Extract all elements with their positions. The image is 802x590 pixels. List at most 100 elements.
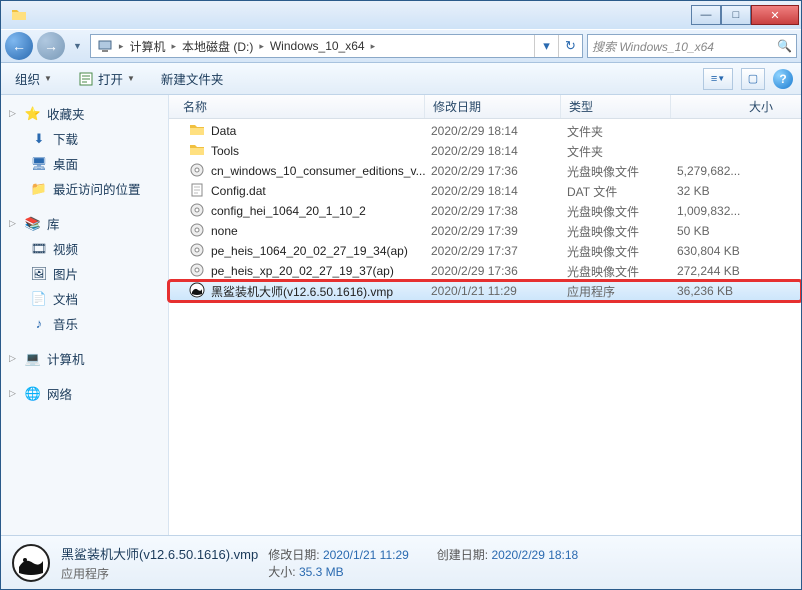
file-name: 黑鲨装机大师(v12.6.50.1616).vmp	[211, 283, 393, 300]
file-type: 光盘映像文件	[567, 263, 677, 280]
titlebar[interactable]: — □ ✕	[1, 1, 801, 29]
file-name: cn_windows_10_consumer_editions_v...	[211, 164, 426, 178]
file-icon	[189, 142, 205, 161]
close-button[interactable]: ✕	[751, 5, 799, 25]
file-list[interactable]: Data2020/2/29 18:14文件夹 Tools 2020/2/29 18:…	[169, 119, 801, 535]
col-type[interactable]: 类型	[561, 95, 671, 118]
file-date: 2020/1/21 11:29	[431, 284, 567, 298]
breadcrumb-seg[interactable]: 本地磁盘 (D:)	[176, 35, 259, 57]
maximize-button[interactable]: □	[721, 5, 751, 25]
column-headers: 名称 修改日期 类型 大小	[169, 95, 801, 119]
file-name: none	[211, 224, 238, 238]
file-type: 应用程序	[567, 283, 677, 300]
file-type: 光盘映像文件	[567, 203, 677, 220]
details-pane: 黑鲨装机大师(v12.6.50.1616).vmp 应用程序 修改日期: 202…	[1, 535, 801, 589]
file-type: 光盘映像文件	[567, 223, 677, 240]
file-date: 2020/2/29 18:14	[431, 184, 567, 198]
file-name: Tools	[211, 144, 239, 158]
new-folder-button[interactable]: 新建文件夹	[155, 66, 230, 91]
view-mode-button[interactable]: ≡ ▼	[703, 68, 733, 90]
preview-pane-button[interactable]: ▢	[741, 68, 765, 90]
file-date: 2020/2/29 17:37	[431, 244, 567, 258]
file-row[interactable]: cn_windows_10_consumer_editions_v...2020…	[169, 161, 801, 181]
file-row[interactable]: none 2020/2/29 17:39光盘映像文件50 KB	[169, 221, 801, 241]
file-icon	[189, 282, 205, 301]
breadcrumb-seg[interactable]: 计算机	[123, 35, 171, 57]
forward-button[interactable]: →	[37, 32, 65, 60]
file-size: 32 KB	[677, 184, 787, 198]
library-icon: 📚	[25, 216, 41, 232]
sidebar-favorites[interactable]: ▷⭐收藏夹	[1, 101, 168, 126]
file-row[interactable]: pe_heis_xp_20_02_27_19_37(ap)2020/2/29 1…	[169, 261, 801, 281]
sidebar-item-music[interactable]: ♪音乐	[1, 311, 168, 336]
file-type: 光盘映像文件	[567, 163, 677, 180]
sidebar-item-recent[interactable]: 📁最近访问的位置	[1, 176, 168, 201]
file-row[interactable]: pe_heis_1064_20_02_27_19_34(ap) 2020/2/29…	[169, 241, 801, 261]
organize-button[interactable]: 组织▼	[9, 66, 58, 91]
file-row[interactable]: Data2020/2/29 18:14文件夹	[169, 121, 801, 141]
file-size: 272,244 KB	[677, 264, 787, 278]
file-size: 5,279,682...	[677, 164, 787, 178]
sidebar: ▷⭐收藏夹 ⬇下载 🖥桌面 📁最近访问的位置 ▷📚库 🎞视频 🖼图片 📄文档 ♪…	[1, 95, 169, 535]
file-icon	[189, 162, 205, 181]
col-size[interactable]: 大小	[671, 95, 781, 118]
folder-icon	[11, 7, 27, 23]
file-icon	[189, 242, 205, 261]
file-date: 2020/2/29 17:38	[431, 204, 567, 218]
file-date: 2020/2/29 18:14	[431, 144, 567, 158]
sidebar-item-downloads[interactable]: ⬇下载	[1, 126, 168, 151]
sidebar-item-desktop[interactable]: 🖥桌面	[1, 151, 168, 176]
star-icon: ⭐	[25, 106, 41, 122]
sidebar-network[interactable]: ▷🌐网络	[1, 381, 168, 406]
explorer-window: — □ ✕ ← → ▼ ▸ 计算机 ▸ 本地磁盘 (D:) ▸ Windows_…	[0, 0, 802, 590]
file-icon	[189, 262, 205, 281]
file-name: Config.dat	[211, 184, 266, 198]
file-size: 50 KB	[677, 224, 787, 238]
minimize-button[interactable]: —	[691, 5, 721, 25]
video-icon: 🎞	[31, 241, 47, 257]
sidebar-item-documents[interactable]: 📄文档	[1, 286, 168, 311]
sidebar-item-pictures[interactable]: 🖼图片	[1, 261, 168, 286]
file-row[interactable]: Config.dat 2020/2/29 18:14DAT 文件32 KB	[169, 181, 801, 201]
document-icon: 📄	[31, 291, 47, 307]
file-icon	[189, 182, 205, 201]
file-name: config_hei_1064_20_1_10_2	[211, 204, 366, 218]
details-filename: 黑鲨装机大师(v12.6.50.1616).vmp	[61, 544, 258, 563]
breadcrumb-computer-icon[interactable]	[91, 35, 119, 57]
network-icon: 🌐	[25, 386, 41, 402]
music-icon: ♪	[31, 316, 47, 332]
sidebar-item-videos[interactable]: 🎞视频	[1, 236, 168, 261]
col-name[interactable]: 名称	[169, 95, 425, 118]
sidebar-library[interactable]: ▷📚库	[1, 211, 168, 236]
file-icon	[189, 222, 205, 241]
help-button[interactable]: ?	[773, 69, 793, 89]
file-type: DAT 文件	[567, 183, 677, 200]
sidebar-computer[interactable]: ▷💻计算机	[1, 346, 168, 371]
search-input[interactable]: 搜索 Windows_10_x64 🔍	[587, 34, 797, 58]
search-icon: 🔍	[777, 39, 792, 53]
picture-icon: 🖼	[31, 266, 47, 282]
toolbar: 组织▼ 打开▼ 新建文件夹 ≡ ▼ ▢ ?	[1, 63, 801, 95]
addr-dropdown[interactable]: ▾	[534, 35, 558, 57]
history-dropdown[interactable]: ▼	[69, 41, 86, 51]
file-name: pe_heis_xp_20_02_27_19_37(ap)	[211, 264, 394, 278]
file-icon	[189, 122, 205, 141]
file-row[interactable]: config_hei_1064_20_1_10_2 2020/2/29 17:38…	[169, 201, 801, 221]
file-date: 2020/2/29 18:14	[431, 124, 567, 138]
file-row[interactable]: 黑鲨装机大师(v12.6.50.1616).vmp 2020/1/21 11:29…	[169, 281, 801, 301]
file-size: 36,236 KB	[677, 284, 787, 298]
desktop-icon: 🖥	[31, 156, 47, 172]
refresh-button[interactable]: ↻	[558, 35, 582, 57]
file-name: pe_heis_1064_20_02_27_19_34(ap)	[211, 244, 408, 258]
open-button[interactable]: 打开▼	[72, 66, 141, 91]
file-date: 2020/2/29 17:39	[431, 224, 567, 238]
col-date[interactable]: 修改日期	[425, 95, 561, 118]
file-row[interactable]: Tools2020/2/29 18:14文件夹	[169, 141, 801, 161]
address-bar[interactable]: ▸ 计算机 ▸ 本地磁盘 (D:) ▸ Windows_10_x64 ▸ ▾ ↻	[90, 34, 583, 58]
file-icon	[189, 202, 205, 221]
breadcrumb-seg[interactable]: Windows_10_x64	[264, 35, 371, 57]
computer-icon: 💻	[25, 351, 41, 367]
details-app-icon	[11, 543, 51, 583]
back-button[interactable]: ←	[5, 32, 33, 60]
download-icon: ⬇	[31, 131, 47, 147]
